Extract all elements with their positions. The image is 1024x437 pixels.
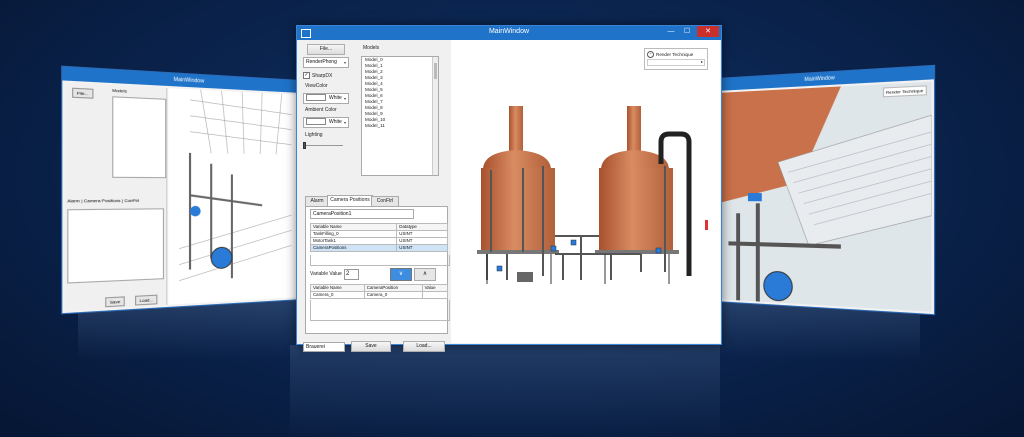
right-3d-viewport[interactable]: Render Technique [718, 81, 932, 312]
table-header-row: Variable Name Datatype [309, 223, 448, 231]
sharpdx-checkbox[interactable]: ✓ SharpDX [303, 72, 332, 79]
table-cell: CameraPositions [309, 244, 398, 252]
shader-combo[interactable]: RenderPhong ▾ [303, 57, 349, 68]
models-scrollbar[interactable] [432, 57, 438, 175]
lighting-slider-track [303, 145, 343, 146]
table-row[interactable]: MotorTank1 USINT [309, 237, 448, 245]
left-window-preview[interactable]: MainWindow File... Models Alarm | Camera… [61, 65, 302, 315]
maximize-button[interactable]: ☐ [679, 26, 695, 37]
nav-up-button[interactable]: ∧ [414, 268, 436, 281]
left-models-list[interactable] [112, 96, 167, 179]
filename-field[interactable]: Brauerei [303, 342, 345, 352]
left-3d-viewport[interactable] [168, 88, 300, 305]
table-row[interactable]: CameraPositions USINT [309, 244, 448, 252]
left-models-label: Models [112, 87, 127, 94]
variable-table: Variable Name Datatype TankFilling_0 USI… [309, 223, 448, 252]
right-window-preview[interactable]: MainWindow Render Technique [716, 64, 936, 316]
ambient-color-label: Ambient Color [305, 107, 337, 113]
left-tank-dome [483, 150, 551, 170]
ambient-color-picker[interactable]: White ▾ [303, 117, 349, 128]
shader-combo-value: RenderPhong [306, 59, 337, 65]
models-label: Models [363, 45, 380, 51]
chevron-down-icon: ▾ [343, 60, 346, 65]
variable-value: 2 [346, 271, 350, 277]
table-cell: USINT [396, 244, 448, 252]
file-button[interactable]: File... [307, 44, 345, 55]
variable-table-empty-area [310, 255, 450, 266]
left-tank-base [477, 250, 559, 254]
right-render-technique[interactable]: Render Technique [882, 85, 927, 98]
left-chimney [509, 106, 523, 156]
column-header[interactable]: CameraPosition [363, 284, 423, 292]
right-pipes-drawing [718, 81, 932, 312]
main-window: MainWindow — ☐ ✕ File... Models RenderPh… [296, 25, 722, 352]
viewcolor-swatch [306, 94, 326, 102]
table-cell: Camera_0 [310, 291, 365, 299]
left-window-panel: File... Models Alarm | Camera Positions … [64, 82, 168, 311]
camera-table-empty-area [310, 300, 450, 321]
left-tab-panel [67, 208, 165, 284]
chevron-down-icon: ▾ [343, 120, 346, 125]
table-cell: Camera_0 [363, 291, 423, 299]
brewhouse-model [477, 106, 708, 284]
left-file-button[interactable]: File... [72, 87, 94, 99]
list-item[interactable]: Model_11 [362, 123, 438, 129]
title-bar[interactable]: MainWindow — ☐ ✕ [297, 26, 721, 40]
3d-viewport[interactable]: ⌃ Render Technique ▸ [451, 40, 720, 343]
table-cell [421, 291, 449, 299]
table-cell: MotorTank1 [309, 237, 398, 245]
sharpdx-label: SharpDX [312, 72, 333, 79]
camera-position-field[interactable]: CameraPosition1 [310, 209, 414, 219]
table-cell: USINT [396, 230, 448, 238]
left-tab-alarm[interactable]: Alarm [67, 198, 80, 204]
lighting-slider-thumb[interactable] [303, 142, 306, 149]
right-tank-body [599, 168, 673, 252]
viewcolor-value: White [329, 95, 342, 101]
nav-down-button[interactable]: ∨ [390, 268, 412, 281]
load-button[interactable]: Load... [403, 341, 445, 352]
table-row[interactable]: TankFilling_0 USINT [309, 230, 448, 238]
variable-value-stepper[interactable]: 2 [344, 269, 359, 280]
pump [517, 272, 533, 282]
save-button[interactable]: Save [351, 341, 391, 352]
left-tabs: Alarm | Camera Positions | ConFtrl [67, 197, 140, 204]
left-save-button[interactable]: Save [105, 296, 125, 308]
column-header[interactable]: Variable Name [310, 284, 365, 292]
column-header[interactable]: Datatype [396, 223, 448, 231]
check-icon: ✓ [303, 72, 310, 79]
ambient-color-value: White [329, 119, 342, 125]
camera-position-table: Variable Name CameraPosition Value Camer… [310, 284, 449, 299]
models-scrollbar-thumb[interactable] [434, 63, 437, 79]
lighting-slider[interactable] [303, 142, 343, 149]
column-header[interactable]: Value [421, 284, 449, 292]
right-chimney [627, 106, 641, 156]
table-cell: TankFilling_0 [309, 230, 398, 238]
table-cell: USINT [396, 237, 448, 245]
viewcolor-picker[interactable]: White ▾ [303, 93, 349, 104]
ambient-color-swatch [306, 118, 326, 126]
window-title: MainWindow [488, 28, 530, 35]
models-list[interactable]: Model_0 Model_1 Model_2 Model_3 Model_4 … [361, 56, 439, 176]
minimize-button[interactable]: — [663, 26, 679, 37]
control-panel: File... Models RenderPhong ▾ ✓ SharpDX Vi… [299, 42, 450, 352]
chevron-down-icon: ▾ [343, 96, 346, 101]
floor-reflection [290, 345, 720, 437]
table-header-row: Variable Name CameraPosition Value [310, 284, 449, 292]
camera-positions-panel: CameraPosition1 Variable Name Datatype T… [305, 206, 450, 334]
left-tab-camera[interactable]: Camera Positions [84, 198, 121, 204]
red-marker [705, 220, 708, 230]
viewcolor-label: ViewColor [305, 83, 328, 89]
left-load-button[interactable]: Load... [135, 294, 158, 306]
left-tab-conftrl[interactable]: ConFtrl [124, 198, 139, 204]
table-row[interactable]: Camera_0 Camera_0 [310, 291, 449, 299]
variable-value-label: Variable Value [310, 271, 342, 277]
lighting-label: Lighting [305, 132, 323, 138]
column-header[interactable]: Variable Name [309, 223, 398, 231]
left-wireframe-drawing [168, 88, 299, 305]
close-button[interactable]: ✕ [697, 26, 719, 37]
